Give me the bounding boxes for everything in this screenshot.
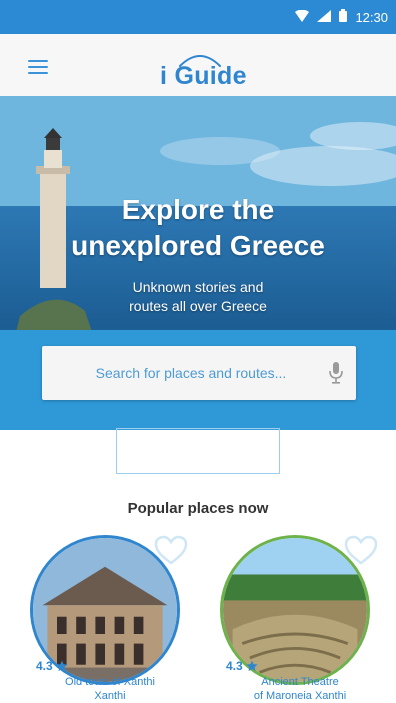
place-name[interactable]: Old town of Xanthi Xanthi	[20, 675, 200, 703]
iguide-logo: i Guide	[160, 50, 250, 92]
app-bar: i Guide	[0, 34, 396, 97]
whats-iguide-button[interactable]: What's iGuide?	[116, 428, 280, 474]
hero-subtitle: Unknown stories and routes all over Gree…	[0, 278, 396, 316]
search-bar[interactable]	[42, 346, 356, 400]
place-card[interactable]: 4.3 Old town of Xanthi Xanthi	[30, 535, 190, 702]
hero-title-line2: unexplored Greece	[71, 230, 325, 261]
hero-title: Explore the unexplored Greece	[0, 192, 396, 264]
menu-icon[interactable]	[28, 60, 48, 74]
popular-places-title: Popular places now	[127, 500, 269, 517]
status-time: 12:30	[355, 9, 388, 25]
rating: 4.3	[36, 659, 68, 673]
place-name-line2: of Maroneia Xanthi	[253, 690, 347, 702]
mic-icon[interactable]	[328, 362, 344, 384]
wifi-icon	[295, 9, 310, 25]
place-name-line1: Ancient Theatre	[261, 676, 339, 688]
heart-icon[interactable]	[344, 535, 378, 565]
rating-value: 4.3	[226, 659, 243, 673]
star-icon	[56, 660, 68, 672]
rating: 4.3	[226, 659, 258, 673]
status-icons: 12:30	[295, 9, 388, 25]
battery-icon	[339, 9, 348, 25]
place-name-line2: Xanthi	[94, 690, 126, 702]
place-name-line1: Old town of Xanthi	[65, 676, 155, 688]
hero-subtitle-line1: Unknown stories and	[132, 279, 264, 295]
place-card[interactable]: 4.3 Ancient Theatre of Maroneia Xanthi	[220, 535, 380, 702]
signal-icon	[317, 9, 332, 25]
hero-subtitle-line2: routes all over Greece	[129, 298, 267, 314]
star-icon	[246, 660, 258, 672]
status-bar: 12:30	[0, 0, 396, 34]
search-input[interactable]	[42, 346, 322, 400]
hero-title-line1: Explore the	[121, 194, 275, 225]
heart-icon[interactable]	[154, 535, 188, 565]
logo-text: i Guide	[160, 62, 247, 90]
rating-value: 4.3	[36, 659, 53, 673]
place-name[interactable]: Ancient Theatre of Maroneia Xanthi	[210, 675, 390, 703]
